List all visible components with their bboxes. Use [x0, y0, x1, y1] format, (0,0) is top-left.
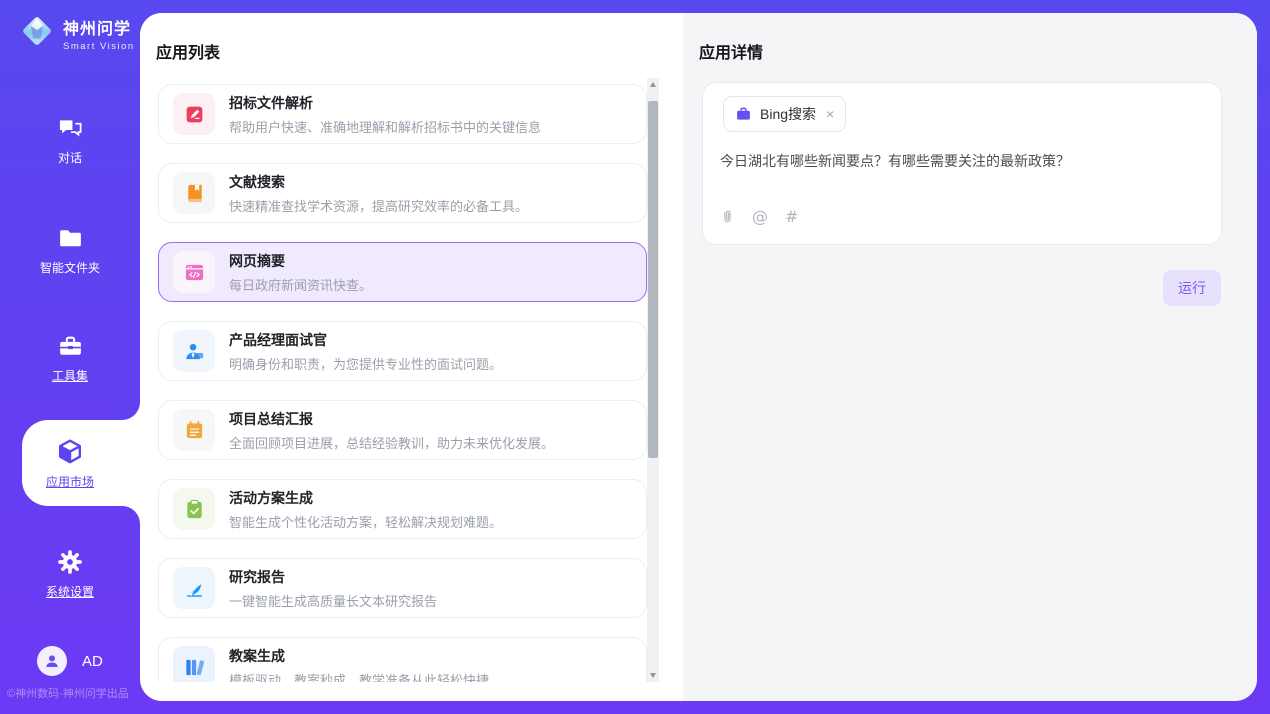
sidebar-item-toolset[interactable]: 工具集	[0, 330, 140, 384]
selected-bump-fillet-bottom	[122, 506, 140, 524]
edit-doc-icon	[173, 93, 215, 135]
gear-icon	[0, 546, 140, 578]
app-card-name: 活动方案生成	[229, 488, 502, 508]
app-card-description: 明确身份和职责，为您提供专业性的面试问题。	[229, 354, 502, 373]
selected-bump-fillet-top	[122, 402, 140, 420]
book-icon	[173, 172, 215, 214]
sidebar-item-chat[interactable]: 对话	[0, 112, 140, 166]
triangle-down-icon	[650, 673, 656, 678]
paperclip-icon[interactable]	[720, 208, 735, 225]
sidebar: 神州问学 Smart Vision 对话 智能文件夹 工具集 应用市场 系统设置…	[0, 0, 140, 714]
app-card-description: 模板驱动，教案秒成，教学准备从此轻松快捷	[229, 670, 489, 683]
triangle-up-icon	[650, 82, 656, 87]
logo-title: 神州问学	[63, 15, 135, 39]
clipboard-check-icon	[173, 488, 215, 530]
query-text-input[interactable]: 今日湖北有哪些新闻要点？有哪些需要关注的最新政策？	[720, 151, 1205, 172]
composer-card: Bing搜索 × 今日湖北有哪些新闻要点？有哪些需要关注的最新政策？ @ #	[702, 82, 1222, 245]
app-card-description: 每日政府新闻资讯快查。	[229, 275, 372, 294]
app-logo: 神州问学 Smart Vision	[18, 12, 135, 55]
sidebar-item-settings[interactable]: 系统设置	[0, 546, 140, 600]
sidebar-footer-credit: ©神州数码·神州问学出品	[7, 685, 129, 701]
app-card-lesson-plan[interactable]: 教案生成 模板驱动，教案秒成，教学准备从此轻松快捷	[158, 637, 647, 682]
user-name: AD	[82, 653, 103, 670]
chat-icon	[0, 112, 140, 144]
app-card-description: 一键智能生成高质量长文本研究报告	[229, 591, 437, 610]
app-card-bid-parse[interactable]: 招标文件解析 帮助用户快速、准确地理解和解析招标书中的关键信息	[158, 84, 647, 144]
app-list-scrollbar[interactable]	[647, 78, 659, 682]
scrollbar-up-arrow[interactable]	[647, 78, 659, 91]
app-card-project-summary[interactable]: 项目总结汇报 全面回顾项目进展，总结经验教训，助力未来优化发展。	[158, 400, 647, 460]
toolbox-icon	[0, 330, 140, 362]
app-list-title: 应用列表	[156, 39, 220, 63]
logo-subtitle: Smart Vision	[63, 41, 135, 52]
app-card-web-summary[interactable]: 网页摘要 每日政府新闻资讯快查。	[158, 242, 647, 302]
briefcase-icon	[735, 106, 752, 122]
avatar[interactable]	[37, 646, 67, 676]
interviewer-icon	[173, 330, 215, 372]
tool-tag-close-icon[interactable]: ×	[826, 106, 834, 122]
note-icon	[173, 409, 215, 451]
folder-icon	[0, 222, 140, 254]
mention-at-icon[interactable]: @	[752, 207, 768, 226]
tool-tag-bing-search[interactable]: Bing搜索 ×	[723, 96, 846, 132]
app-card-research-report[interactable]: 研究报告 一键智能生成高质量长文本研究报告	[158, 558, 647, 618]
app-card-description: 智能生成个性化活动方案，轻松解决规划难题。	[229, 512, 502, 531]
app-card-name: 网页摘要	[229, 251, 372, 271]
app-card-name: 项目总结汇报	[229, 409, 554, 429]
quill-icon	[173, 567, 215, 609]
sidebar-item-app-market[interactable]: 应用市场	[0, 436, 140, 490]
app-detail-panel: 应用详情 Bing搜索 × 今日湖北有哪些新闻要点？有哪些需要关注的最新政策？ …	[683, 13, 1257, 701]
sidebar-item-smart-folder[interactable]: 智能文件夹	[0, 222, 140, 276]
user-account[interactable]: AD	[37, 646, 103, 676]
cube-icon	[0, 436, 140, 468]
books-icon	[173, 646, 215, 682]
scrollbar-down-arrow[interactable]	[647, 669, 659, 682]
logo-diamond-icon	[18, 12, 56, 55]
app-card-description: 全面回顾项目进展，总结经验教训，助力未来优化发展。	[229, 433, 554, 452]
run-button[interactable]: 运行	[1163, 270, 1221, 306]
app-detail-title: 应用详情	[699, 39, 763, 63]
app-card-name: 招标文件解析	[229, 93, 541, 113]
scrollbar-thumb[interactable]	[648, 101, 658, 458]
composer-toolbar: @ #	[720, 207, 798, 226]
app-card-name: 产品经理面试官	[229, 330, 502, 350]
web-code-icon	[173, 251, 215, 293]
app-list-panel: 应用列表 招标文件解析 帮助用户快速、准确地理解和解析招标书中的关键信息 文献搜…	[140, 13, 683, 701]
app-card-name: 文献搜索	[229, 172, 528, 192]
app-card-literature-search[interactable]: 文献搜索 快速精准查找学术资源，提高研究效率的必备工具。	[158, 163, 647, 223]
app-card-name: 研究报告	[229, 567, 437, 587]
app-card-description: 帮助用户快速、准确地理解和解析招标书中的关键信息	[229, 117, 541, 136]
app-card-name: 教案生成	[229, 646, 489, 666]
tool-tag-label: Bing搜索	[760, 104, 816, 124]
app-list-scroll-area: 招标文件解析 帮助用户快速、准确地理解和解析招标书中的关键信息 文献搜索 快速精…	[158, 78, 647, 682]
app-card-event-plan[interactable]: 活动方案生成 智能生成个性化活动方案，轻松解决规划难题。	[158, 479, 647, 539]
main-surface: 应用列表 招标文件解析 帮助用户快速、准确地理解和解析招标书中的关键信息 文献搜…	[140, 13, 1257, 701]
app-card-description: 快速精准查找学术资源，提高研究效率的必备工具。	[229, 196, 528, 215]
app-card-pm-interviewer[interactable]: 产品经理面试官 明确身份和职责，为您提供专业性的面试问题。	[158, 321, 647, 381]
hash-icon[interactable]: #	[785, 207, 798, 226]
